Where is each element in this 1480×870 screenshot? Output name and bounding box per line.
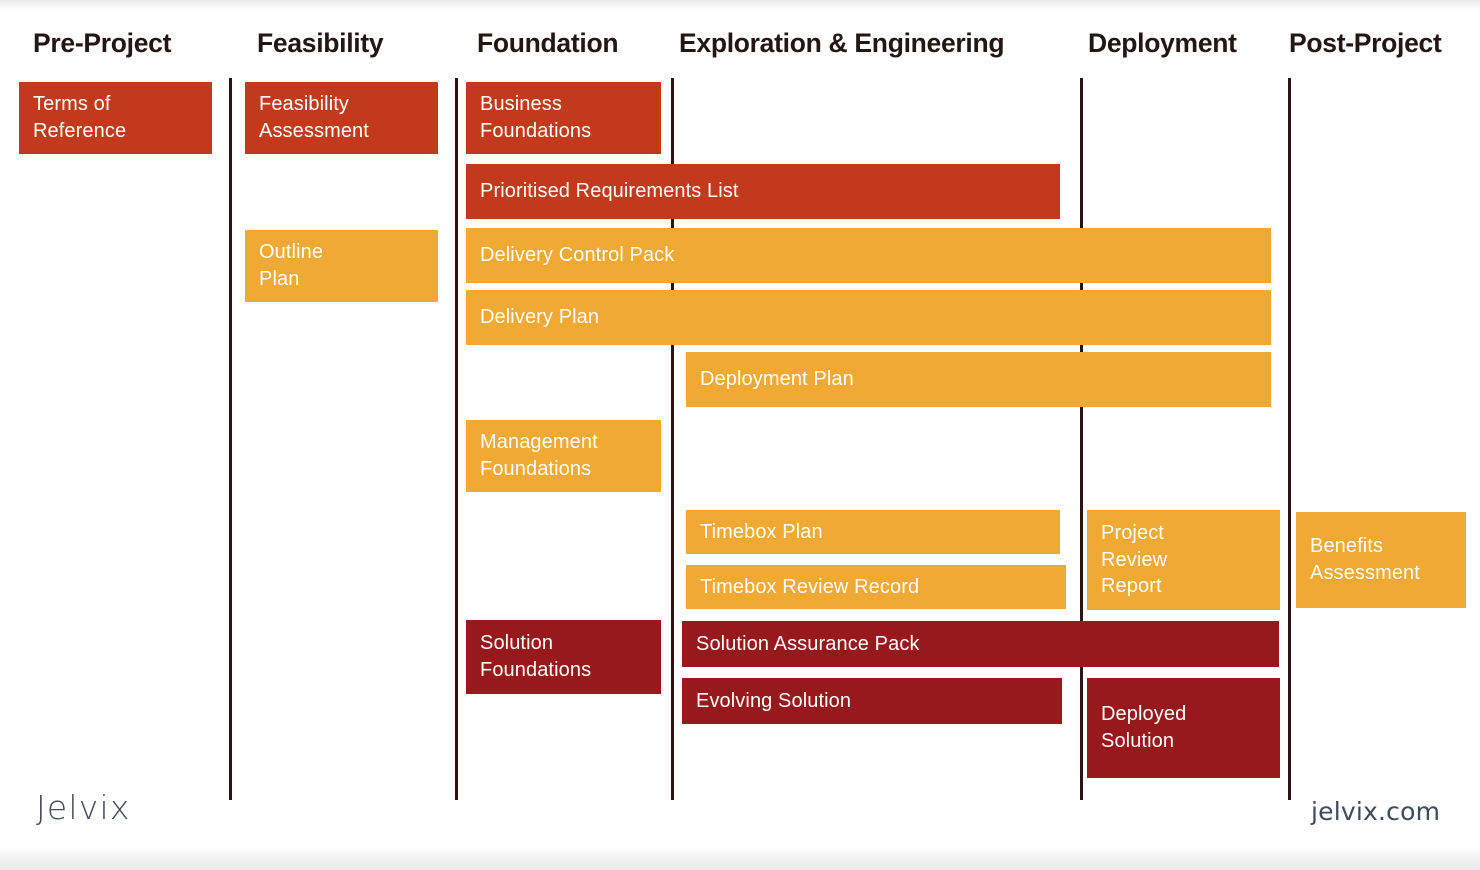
product-bar-timebox-plan[interactable]: Timebox Plan [686, 510, 1060, 554]
phase-header-deployment: Deployment [1088, 28, 1237, 58]
product-bar-deployment-plan[interactable]: Deployment Plan [686, 352, 1271, 407]
product-bar-delivery-control-pack[interactable]: Delivery Control Pack [466, 228, 1271, 283]
phase-header-feasibility: Feasibility [257, 28, 384, 58]
product-bar-terms-of-reference[interactable]: Terms of Reference [19, 82, 212, 154]
phase-header-pre-project: Pre-Project [33, 28, 172, 58]
jelvix-logo: Jelvix [36, 788, 131, 827]
product-bar-business-foundations[interactable]: Business Foundations [466, 82, 661, 154]
product-bar-deployed-solution[interactable]: Deployed Solution [1087, 678, 1280, 778]
phase-divider-deployment [1080, 78, 1083, 800]
bottom-edge-band [0, 848, 1480, 870]
product-bar-project-review-report[interactable]: Project Review Report [1087, 510, 1280, 610]
phase-divider-feasibility [229, 78, 232, 800]
product-bar-solution-foundations[interactable]: Solution Foundations [466, 620, 661, 694]
product-bar-outline-plan[interactable]: Outline Plan [245, 230, 438, 302]
product-bar-solution-assurance-pack[interactable]: Solution Assurance Pack [682, 621, 1279, 667]
product-bar-management-foundations[interactable]: Management Foundations [466, 420, 661, 492]
jelvix-website-url: jelvix.com [1311, 797, 1441, 826]
phase-header-exploration-engineering: Exploration & Engineering [679, 28, 1005, 58]
product-bar-timebox-review-record[interactable]: Timebox Review Record [686, 565, 1066, 609]
diagram-canvas: Pre-Project Feasibility Foundation Explo… [0, 0, 1480, 870]
top-edge-band [0, 0, 1480, 9]
product-bar-delivery-plan[interactable]: Delivery Plan [466, 290, 1271, 345]
product-bar-benefits-assessment[interactable]: Benefits Assessment [1296, 512, 1466, 608]
phase-header-post-project: Post-Project [1289, 28, 1442, 58]
product-bar-prioritised-requirements-list[interactable]: Prioritised Requirements List [466, 164, 1060, 219]
phase-header-foundation: Foundation [477, 28, 619, 58]
product-bar-evolving-solution[interactable]: Evolving Solution [682, 678, 1062, 724]
phase-divider-post-project [1288, 78, 1291, 800]
phase-divider-foundation [455, 78, 458, 800]
product-bar-feasibility-assessment[interactable]: Feasibility Assessment [245, 82, 438, 154]
